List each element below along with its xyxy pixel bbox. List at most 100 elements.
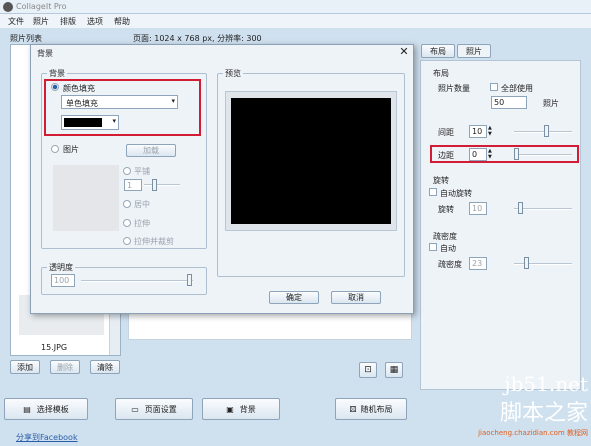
page-info: 页面: 1024 x 768 px, 分辨率: 300 <box>133 34 262 43</box>
opacity-input[interactable]: 100 <box>51 274 75 287</box>
tile-slider-track[interactable] <box>144 184 180 186</box>
tile-label: 平铺 <box>134 167 150 176</box>
tab-layout-label: 布局 <box>430 46 446 56</box>
photos-unit-label: 照片 <box>543 99 559 108</box>
center-radio[interactable] <box>123 200 131 208</box>
menu-options[interactable]: 选项 <box>87 16 103 27</box>
stretch-crop-radio[interactable] <box>123 237 131 245</box>
template-label: 选择模板 <box>36 404 69 414</box>
layout-panel: 布局 照片数量 全部使用 50 照片 间距 10 ▲ ▼ 边距 0 ▲ ▼ 旋转 自… <box>420 60 581 390</box>
preview-frame <box>225 91 397 231</box>
window-title: CollageIt Pro <box>16 2 67 11</box>
background-button[interactable]: ▣ 背景 <box>202 398 280 420</box>
stretch-label: 拉伸 <box>134 219 150 228</box>
rotate-input[interactable]: 10 <box>469 202 487 215</box>
rotate-slider-thumb[interactable] <box>518 202 523 214</box>
tile-count-input[interactable]: 1 <box>124 179 142 191</box>
background-group-label: 背景 <box>47 68 67 79</box>
fill-type-select[interactable]: 单色填充 ▾ <box>61 95 178 109</box>
tile-slider-thumb[interactable] <box>152 179 157 191</box>
menu-layout[interactable]: 排版 <box>60 16 76 27</box>
watermark-site: jb51.net <box>504 372 588 396</box>
color-dropdown-icon: ▾ <box>112 117 116 125</box>
color-picker-button[interactable]: ▾ <box>61 115 119 130</box>
spacing-label: 间距 <box>438 128 454 137</box>
background-label: 背景 <box>239 404 256 414</box>
share-facebook-link[interactable]: 分享到Facebook <box>16 432 78 443</box>
spacing-slider-thumb[interactable] <box>544 125 549 137</box>
select-template-button[interactable]: ▤ 选择模板 <box>4 398 88 420</box>
menu-help[interactable]: 帮助 <box>114 16 130 27</box>
use-all-checkbox[interactable] <box>490 83 498 91</box>
stretch-crop-label: 拉伸并裁剪 <box>134 237 174 246</box>
opacity-group-label: 透明度 <box>47 262 75 273</box>
template-icon: ▤ <box>23 404 31 414</box>
tab-photo[interactable]: 照片 <box>457 44 491 58</box>
cancel-button[interactable]: 取消 <box>331 291 381 304</box>
photo-list-title: 照片列表 <box>10 34 42 43</box>
fit-view-icon[interactable]: ⊡ <box>359 362 377 378</box>
title-bar: CollageIt Pro <box>0 0 591 14</box>
photo-file-name: 15.JPG <box>41 343 68 352</box>
density-section-title: 疏密度 <box>433 232 457 241</box>
watermark-url-text: jiaocheng.chazidian.com <box>478 429 565 437</box>
delete-photo-button[interactable]: 删除 <box>50 360 80 374</box>
preview-image <box>231 98 391 224</box>
load-button[interactable]: 加载 <box>126 144 176 157</box>
tab-layout[interactable]: 布局 <box>421 44 455 58</box>
density-slider-track[interactable] <box>514 263 572 265</box>
add-photo-button[interactable]: 添加 <box>10 360 40 374</box>
tile-radio[interactable] <box>123 167 131 175</box>
page-setup-icon: ▭ <box>131 404 139 414</box>
rotate-section-title: 旋转 <box>433 176 449 185</box>
margin-input[interactable]: 0 <box>469 148 487 161</box>
clear-photos-button[interactable]: 清除 <box>90 360 120 374</box>
picture-preview <box>53 165 119 231</box>
app-icon <box>3 2 13 12</box>
margin-spinner[interactable]: ▲ ▼ <box>488 148 494 161</box>
fill-type-value: 单色填充 <box>66 99 98 108</box>
auto-rotate-checkbox[interactable] <box>429 188 437 196</box>
spacing-input[interactable]: 10 <box>469 125 487 138</box>
density-slider-thumb[interactable] <box>524 257 529 269</box>
auto-density-checkbox[interactable] <box>429 243 437 251</box>
layout-section-title: 布局 <box>433 69 449 78</box>
color-swatch <box>64 118 102 127</box>
stretch-radio[interactable] <box>123 219 131 227</box>
menu-file[interactable]: 文件 <box>8 16 24 27</box>
margin-slider-thumb[interactable] <box>514 148 519 160</box>
opacity-slider-thumb[interactable] <box>187 274 192 286</box>
menu-photo[interactable]: 照片 <box>33 16 49 27</box>
dice-icon: ⚄ <box>349 404 357 414</box>
opacity-slider-track[interactable] <box>81 280 193 282</box>
picture-radio[interactable] <box>51 145 59 153</box>
right-tabs: 布局 照片 <box>420 44 581 58</box>
picture-label: 图片 <box>63 145 79 154</box>
preview-group-label: 预览 <box>223 68 243 79</box>
rotate-label: 旋转 <box>438 205 454 214</box>
center-label: 居中 <box>134 200 150 209</box>
grid-view-icon[interactable]: ▦ <box>385 362 403 378</box>
watermark-url: jiaocheng.chazidian.com 教程网 <box>440 428 588 438</box>
use-all-label: 全部使用 <box>501 84 533 93</box>
color-fill-radio[interactable] <box>51 83 59 91</box>
dialog-close-icon[interactable]: ✕ <box>397 45 411 59</box>
random-layout-button[interactable]: ⚄ 随机布局 <box>335 398 407 420</box>
color-fill-label: 颜色填充 <box>63 84 95 93</box>
page-setup-button[interactable]: ▭ 页面设置 <box>115 398 193 420</box>
density-label: 疏密度 <box>438 260 462 269</box>
photo-count-input[interactable]: 50 <box>491 96 527 109</box>
density-input[interactable]: 23 <box>469 257 487 270</box>
auto-rotate-label: 自动旋转 <box>440 189 472 198</box>
margin-label: 边距 <box>438 151 454 160</box>
background-dialog: 背景 ✕ 背景 颜色填充 单色填充 ▾ ▾ 图片 加载 平铺 1 居中 拉伸 拉… <box>30 44 414 314</box>
menu-bar: 文件 照片 排版 选项 帮助 <box>0 14 591 28</box>
auto-density-label: 自动 <box>440 244 456 253</box>
background-icon: ▣ <box>226 404 234 414</box>
spacing-slider-track[interactable] <box>514 131 572 133</box>
spacing-spinner[interactable]: ▲ ▼ <box>488 125 494 138</box>
margin-slider-track[interactable] <box>514 154 572 156</box>
ok-button[interactable]: 确定 <box>269 291 319 304</box>
chevron-down-icon: ▾ <box>171 97 175 105</box>
random-layout-label: 随机布局 <box>360 404 393 414</box>
